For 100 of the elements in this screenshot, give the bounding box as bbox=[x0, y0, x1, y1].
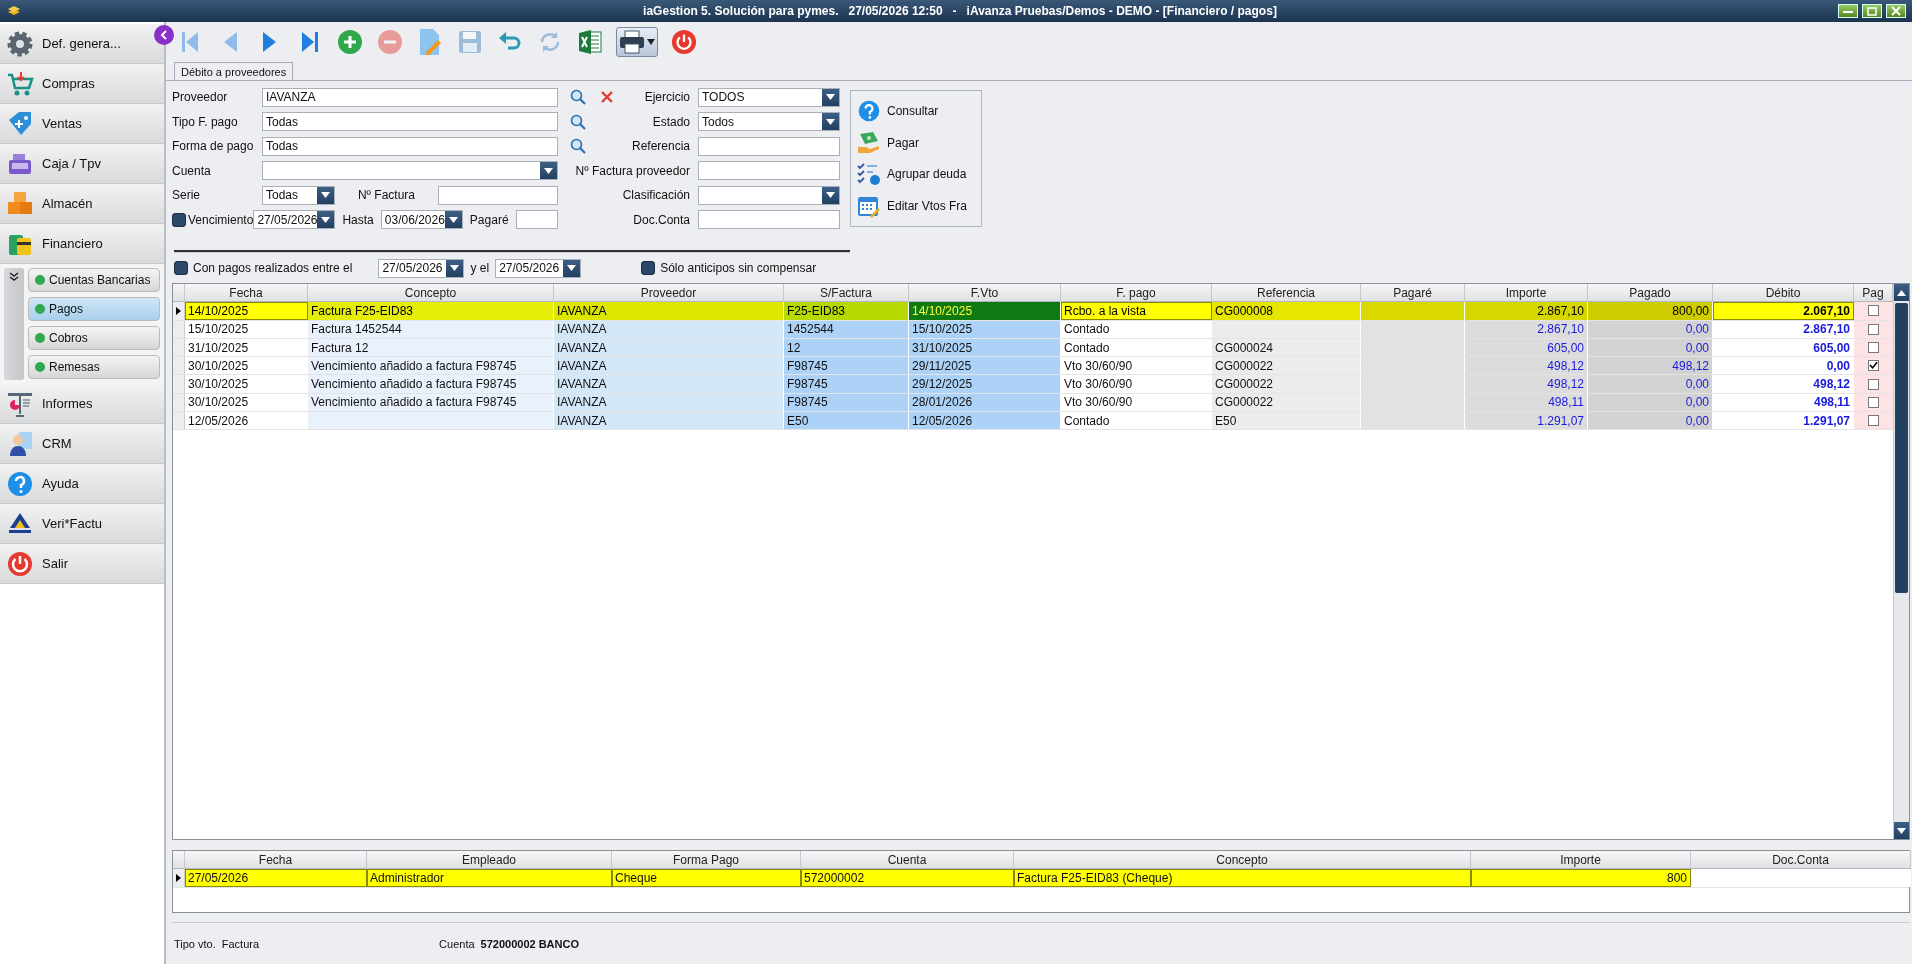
column-header[interactable]: Importe bbox=[1471, 851, 1691, 869]
date-picker[interactable]: 27/05/2026 bbox=[495, 258, 582, 278]
column-header[interactable]: F. pago bbox=[1061, 284, 1212, 302]
due-date-cell: 29/11/2025 bbox=[909, 357, 1061, 375]
field-label: Referencia bbox=[631, 139, 690, 154]
field-label: Nº Factura proveedor bbox=[575, 163, 690, 178]
submenu-item[interactable]: Remesas bbox=[28, 355, 160, 379]
sidebar-item[interactable]: Def. genera... bbox=[0, 24, 164, 64]
action-button[interactable]: Agrupar deuda bbox=[857, 162, 975, 187]
date-picker[interactable]: 27/05/2026 bbox=[253, 210, 336, 230]
sidebar-item[interactable]: CRM bbox=[0, 424, 164, 464]
payment-type-field[interactable]: Todas bbox=[262, 112, 558, 132]
supplier-invoice-field[interactable] bbox=[698, 161, 840, 181]
checkbox[interactable] bbox=[1868, 323, 1879, 335]
column-header[interactable]: Referencia bbox=[1212, 284, 1361, 302]
sidebar-item[interactable]: Financiero bbox=[0, 224, 164, 264]
sidebar-item[interactable]: Almacén bbox=[0, 184, 164, 224]
account-dropdown[interactable] bbox=[262, 161, 558, 181]
collapse-sidebar-button[interactable] bbox=[154, 25, 174, 45]
row-indicator[interactable] bbox=[173, 302, 185, 320]
column-header[interactable]: Empleado bbox=[367, 851, 612, 869]
concept-cell: Vencimiento añadido a factura F98745 bbox=[308, 375, 554, 393]
search-icon[interactable] bbox=[570, 89, 586, 106]
sidebar-item[interactable]: Informes bbox=[0, 384, 164, 424]
checkbox[interactable] bbox=[1868, 342, 1879, 354]
year-dropdown[interactable]: TODOS bbox=[698, 87, 840, 107]
checkbox[interactable] bbox=[174, 261, 188, 275]
date-picker[interactable]: 27/05/2026 bbox=[378, 258, 465, 278]
series-dropdown[interactable]: Todas bbox=[262, 185, 335, 205]
checkbox[interactable] bbox=[1868, 360, 1879, 372]
action-button[interactable]: Consultar bbox=[857, 98, 975, 123]
column-header[interactable]: S/Factura bbox=[784, 284, 909, 302]
classification-dropdown[interactable] bbox=[698, 185, 840, 205]
column-header[interactable]: Débito bbox=[1713, 284, 1854, 302]
column-header[interactable]: Concepto bbox=[1014, 851, 1471, 869]
column-header[interactable]: Fecha bbox=[185, 851, 367, 869]
reference-cell: CG000022 bbox=[1212, 375, 1361, 393]
action-button[interactable]: Pagar bbox=[857, 130, 975, 155]
submenu-item[interactable]: Cobros bbox=[28, 326, 160, 350]
promissory-field[interactable] bbox=[515, 210, 558, 230]
checkbox[interactable] bbox=[641, 261, 656, 275]
search-icon[interactable] bbox=[570, 138, 586, 155]
search-icon[interactable] bbox=[570, 113, 586, 130]
payment-type-cell: Rcbo. a la vista bbox=[1061, 302, 1212, 320]
action-button[interactable]: Editar Vtos Fra bbox=[857, 194, 975, 219]
refresh-icon bbox=[538, 30, 562, 54]
scrollbar-thumb[interactable] bbox=[1895, 303, 1908, 593]
sidebar-item[interactable]: Ventas bbox=[0, 104, 164, 144]
amount-cell: 1.291,07 bbox=[1465, 412, 1588, 430]
supplier-field[interactable]: IAVANZA bbox=[262, 87, 558, 107]
scrollbar[interactable] bbox=[1893, 284, 1909, 839]
plus-icon bbox=[337, 29, 363, 55]
column-header[interactable]: Concepto bbox=[308, 284, 554, 302]
submenu-item[interactable]: Pagos bbox=[28, 297, 160, 321]
reference-field[interactable] bbox=[698, 136, 840, 156]
column-header[interactable]: Pag bbox=[1854, 284, 1893, 302]
tab[interactable]: Débito a proveedores bbox=[174, 62, 294, 80]
payment-method-field[interactable]: Todas bbox=[262, 136, 558, 156]
sidebar-item[interactable]: Caja / Tpv bbox=[0, 144, 164, 184]
print-button[interactable] bbox=[616, 27, 658, 57]
checkbox[interactable] bbox=[1868, 396, 1879, 408]
close-button[interactable] bbox=[1886, 4, 1906, 18]
invoice-number-field[interactable] bbox=[438, 185, 558, 205]
column-header[interactable]: Proveedor bbox=[554, 284, 784, 302]
date-picker[interactable]: 03/06/2026 bbox=[380, 210, 463, 230]
excel-button[interactable] bbox=[576, 27, 604, 57]
column-header[interactable]: Pagado bbox=[1588, 284, 1713, 302]
sidebar-item[interactable]: Ayuda bbox=[0, 464, 164, 504]
column-header[interactable]: Fecha bbox=[185, 284, 308, 302]
sidebar-item[interactable]: Veri*Factu bbox=[0, 504, 164, 544]
up-arrow-icon bbox=[1897, 289, 1906, 296]
checkbox[interactable] bbox=[1868, 378, 1879, 390]
column-header[interactable]: Pagaré bbox=[1361, 284, 1465, 302]
column-header[interactable]: F.Vto bbox=[909, 284, 1061, 302]
double-chevron-icon bbox=[9, 272, 19, 282]
exit-button[interactable] bbox=[670, 27, 698, 57]
status-dropdown[interactable]: Todos bbox=[698, 112, 840, 132]
date-cell: 27/05/2026 bbox=[185, 869, 367, 887]
add-button[interactable] bbox=[336, 27, 364, 57]
document-pencil-icon bbox=[418, 28, 442, 56]
scroll-up-button[interactable] bbox=[1894, 284, 1909, 301]
scroll-down-button[interactable] bbox=[1894, 822, 1909, 839]
column-header[interactable]: Importe bbox=[1465, 284, 1588, 302]
sidebar-item[interactable]: Salir bbox=[0, 544, 164, 584]
row-indicator[interactable] bbox=[173, 869, 185, 887]
maximize-button[interactable] bbox=[1862, 4, 1882, 18]
column-header[interactable]: Forma Pago bbox=[612, 851, 801, 869]
sidebar-item[interactable]: Compras bbox=[0, 64, 164, 104]
due-date-cell: 29/12/2025 bbox=[909, 375, 1061, 393]
clear-icon[interactable] bbox=[600, 90, 614, 105]
checkbox[interactable] bbox=[1868, 415, 1879, 427]
checkbox[interactable] bbox=[172, 212, 186, 227]
row-pointer-icon bbox=[176, 306, 181, 315]
column-header[interactable]: Doc.Conta bbox=[1691, 851, 1911, 869]
column-header[interactable]: Cuenta bbox=[801, 851, 1014, 869]
document-field[interactable] bbox=[698, 210, 840, 230]
minimize-button[interactable] bbox=[1838, 4, 1858, 18]
field-label: Clasificación bbox=[622, 188, 690, 203]
checkbox[interactable] bbox=[1868, 305, 1879, 317]
submenu-item[interactable]: Cuentas Bancarias bbox=[28, 268, 160, 292]
